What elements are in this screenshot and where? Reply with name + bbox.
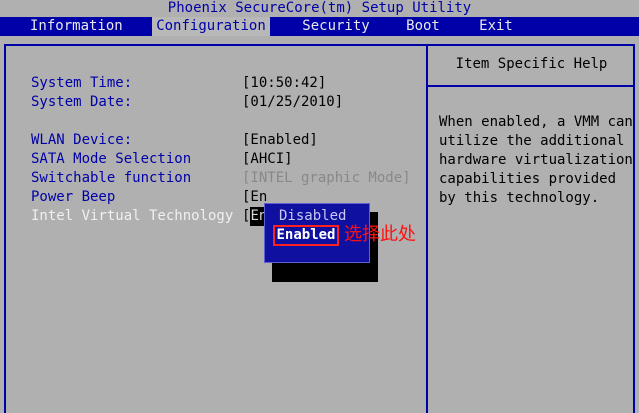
menu-tab-boot[interactable]: Boot	[405, 17, 441, 36]
help-text-line: hardware virtualization	[439, 152, 633, 168]
help-text-line: capabilities provided	[439, 171, 617, 187]
help-text-line: by this technology.	[439, 190, 600, 206]
menu-tab-configuration[interactable]: Configuration	[152, 17, 270, 36]
help-text-line: When enabled, a VMM can	[439, 114, 633, 130]
wlan-device-label: WLAN Device:	[31, 132, 133, 148]
menu-tab-security[interactable]: Security	[300, 17, 372, 36]
menu-tab-information[interactable]: Information	[30, 17, 123, 36]
option-enabled[interactable]: Enabled	[273, 225, 339, 246]
sata-mode-label: SATA Mode Selection	[31, 151, 192, 167]
menu-bar: Information Configuration Security Boot …	[0, 17, 639, 36]
window-title: Phoenix SecureCore(tm) Setup Utility	[0, 0, 639, 17]
help-title: Item Specific Help	[455, 56, 608, 72]
option-disabled[interactable]: Disabled	[279, 207, 349, 226]
annotation-text: 选择此处	[344, 224, 416, 245]
switchable-function-label: Switchable function	[31, 170, 192, 186]
power-beep-label: Power Beep	[31, 189, 116, 205]
menu-tab-exit[interactable]: Exit	[478, 17, 514, 36]
system-time-label: System Time:	[31, 75, 133, 91]
help-divider	[426, 46, 428, 413]
intel-vt-label: Intel Virtual Technology	[31, 208, 234, 224]
sata-mode-value[interactable]: [AHCI]	[242, 150, 293, 169]
intel-vt-bracket: [	[242, 208, 251, 224]
wlan-device-value[interactable]: [Enabled]	[242, 131, 318, 150]
system-date-label: System Date:	[31, 94, 133, 110]
help-text-line: utilize the additional	[439, 133, 625, 149]
help-header-divider	[428, 85, 635, 87]
switchable-function-value: [INTEL graphic Mode]	[242, 170, 411, 186]
system-time-value[interactable]: [10:50:42]	[242, 74, 326, 93]
system-date-value[interactable]: [01/25/2010]	[242, 93, 343, 112]
